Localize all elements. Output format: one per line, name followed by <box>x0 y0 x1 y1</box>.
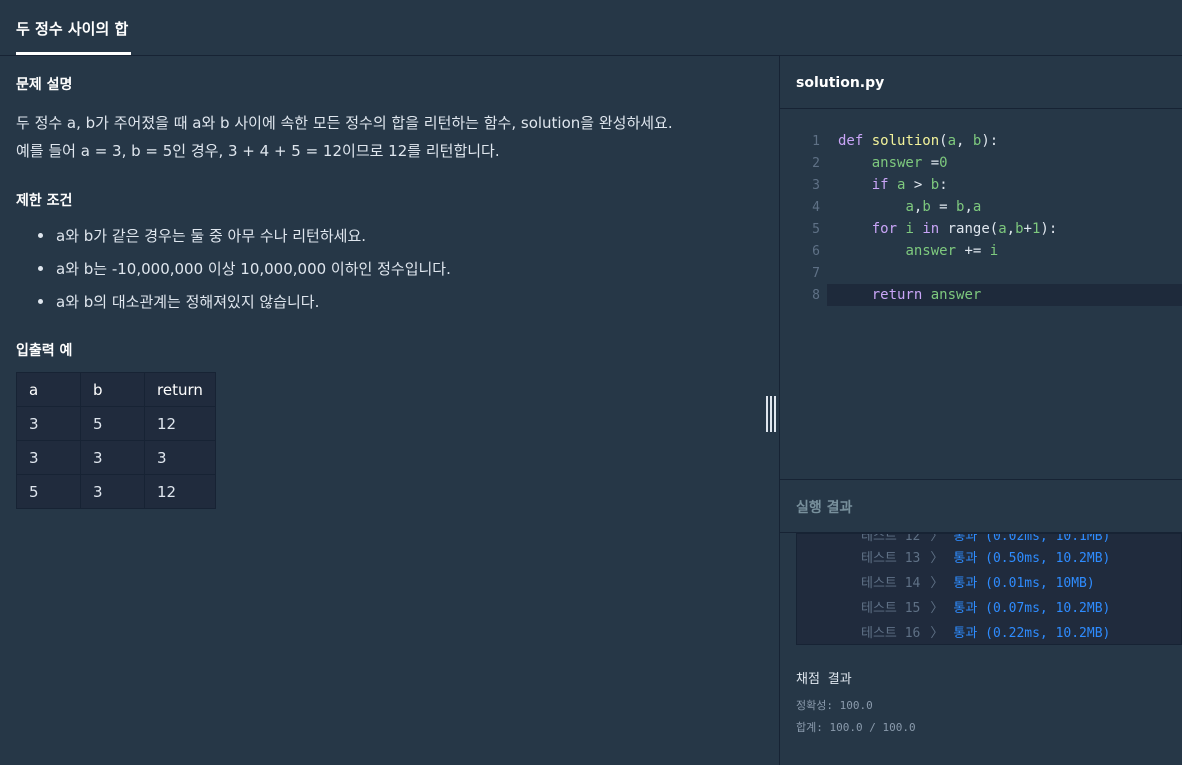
line-number: 3 <box>812 177 820 193</box>
problem-line-2: 예를 들어 a = 3, b = 5인 경우, 3 + 4 + 5 = 12이므… <box>16 142 500 160</box>
tab-bar: 두 정수 사이의 합 <box>0 0 1182 56</box>
line-number: 4 <box>812 199 820 215</box>
code-editor[interactable]: 1 def solution(a, b): 2 answer =0 3 if a… <box>780 110 1182 479</box>
test-result-row: 테스트 16 〉 통과 (0.22ms, 10.2MB) <box>861 619 1110 644</box>
code-text: def solution(a, b): <box>838 133 999 149</box>
tab-active-indicator <box>16 52 131 55</box>
editor-panel: solution.py 1 def solution(a, b): 2 answ… <box>780 56 1182 765</box>
code-text: for i in range(a,b+1): <box>871 221 1058 237</box>
line-number: 2 <box>812 155 820 171</box>
chevron-right-icon: 〉 <box>930 576 944 591</box>
bullet-dot <box>38 299 43 304</box>
resize-handle[interactable] <box>766 396 776 432</box>
code-line[interactable]: 4 a,b = b,a <box>780 196 1182 218</box>
problem-panel: 문제 설명 두 정수 a, b가 주어졌을 때 a와 b 사이에 속한 모든 정… <box>0 56 779 765</box>
constraint-item: a와 b는 -10,000,000 이상 10,000,000 이하인 정수입니… <box>38 252 451 285</box>
test-label: 테스트 12 <box>861 533 921 544</box>
code-line[interactable]: 1 def solution(a, b): <box>780 130 1182 152</box>
table-cell: 3 <box>80 474 145 509</box>
table-cell: 12 <box>144 474 216 509</box>
bullet-dot <box>38 266 43 271</box>
table-cell: 3 <box>16 440 81 475</box>
test-status: 통과 (0.02ms, 10.1MB) <box>953 533 1111 544</box>
results-heading: 실행 결과 <box>796 500 853 516</box>
column-header-a: a <box>16 372 81 407</box>
code-line[interactable]: 6 answer += i <box>780 240 1182 262</box>
constraint-text: a와 b는 -10,000,000 이상 10,000,000 이하인 정수입니… <box>56 260 451 278</box>
constraint-item: a와 b가 같은 경우는 둘 중 아무 수나 리턴하세요. <box>38 219 451 252</box>
test-label: 테스트 16 <box>861 626 921 641</box>
code-line[interactable]: 5 for i in range(a,b+1): <box>780 218 1182 240</box>
chevron-right-icon: 〉 <box>930 626 944 641</box>
problem-heading: 문제 설명 <box>16 77 73 93</box>
code-text: answer =0 <box>871 155 948 171</box>
grading-heading: 채점 결과 <box>796 672 852 687</box>
chevron-right-icon: 〉 <box>930 601 944 616</box>
examples-table: a b return 3 5 12 3 3 3 5 3 12 <box>16 372 216 509</box>
constraints-list: a와 b가 같은 경우는 둘 중 아무 수나 리턴하세요. a와 b는 -10,… <box>38 219 451 318</box>
test-result-row: 테스트 15 〉 통과 (0.07ms, 10.2MB) <box>861 594 1110 619</box>
code-line[interactable]: 8 return answer <box>780 284 1182 306</box>
test-label: 테스트 13 <box>861 551 921 566</box>
test-status: 통과 (0.50ms, 10.2MB) <box>953 551 1111 566</box>
test-status: 통과 (0.07ms, 10.2MB) <box>953 601 1111 616</box>
tab-problem[interactable]: 두 정수 사이의 합 <box>16 0 128 56</box>
table-cell: 3 <box>80 440 145 475</box>
constraints-heading: 제한 조건 <box>16 193 73 209</box>
chevron-right-icon: 〉 <box>930 533 944 544</box>
constraint-text: a와 b가 같은 경우는 둘 중 아무 수나 리턴하세요. <box>56 227 367 245</box>
examples-heading: 입출력 예 <box>16 343 73 359</box>
test-label: 테스트 15 <box>861 601 921 616</box>
table-cell: 5 <box>16 474 81 509</box>
line-number: 6 <box>812 243 820 259</box>
tab-title: 두 정수 사이의 합 <box>16 19 129 38</box>
column-header-b: b <box>80 372 145 407</box>
table-row: 3 3 3 <box>16 440 216 475</box>
chevron-right-icon: 〉 <box>930 551 944 566</box>
column-header-return: return <box>144 372 216 407</box>
test-result-row: 테스트 13 〉 통과 (0.50ms, 10.2MB) <box>861 544 1110 569</box>
test-label: 테스트 14 <box>861 576 921 591</box>
results-header: 실행 결과 <box>780 479 1182 533</box>
results-list[interactable]: 테스트 12 〉 통과 (0.02ms, 10.1MB) 테스트 13 〉 통과 (0.… <box>796 533 1182 645</box>
line-number: 5 <box>812 221 820 237</box>
table-cell: 3 <box>16 406 81 441</box>
test-result-row: 테스트 14 〉 통과 (0.01ms, 10MB) <box>861 569 1095 594</box>
line-number: 7 <box>812 265 820 281</box>
file-header: solution.py <box>780 56 1182 109</box>
table-cell: 12 <box>144 406 216 441</box>
table-row: 5 3 12 <box>16 474 216 509</box>
code-text: return answer <box>871 287 982 303</box>
code-line[interactable]: 7 <box>780 262 1182 284</box>
code-line[interactable]: 2 answer =0 <box>780 152 1182 174</box>
test-status: 통과 (0.22ms, 10.2MB) <box>953 626 1111 641</box>
line-number: 8 <box>812 287 820 303</box>
test-status: 통과 (0.01ms, 10MB) <box>953 576 1095 591</box>
line-number: 1 <box>812 133 820 149</box>
table-cell: 3 <box>144 440 216 475</box>
grading-total: 합계: 100.0 / 100.0 <box>796 721 916 734</box>
file-name: solution.py <box>796 75 885 91</box>
constraint-item: a와 b의 대소관계는 정해져있지 않습니다. <box>38 285 451 318</box>
code-line[interactable]: 3 if a > b: <box>780 174 1182 196</box>
constraint-text: a와 b의 대소관계는 정해져있지 않습니다. <box>56 293 320 311</box>
table-header-row: a b return <box>16 372 216 407</box>
bullet-dot <box>38 233 43 238</box>
table-cell: 5 <box>80 406 145 441</box>
table-row: 3 5 12 <box>16 406 216 441</box>
code-text: answer += i <box>905 243 999 259</box>
grading-accuracy: 정확성: 100.0 <box>796 699 873 712</box>
problem-line-1: 두 정수 a, b가 주어졌을 때 a와 b 사이에 속한 모든 정수의 합을 … <box>16 114 673 132</box>
code-text: a,b = b,a <box>905 199 982 215</box>
code-text: if a > b: <box>871 177 948 193</box>
